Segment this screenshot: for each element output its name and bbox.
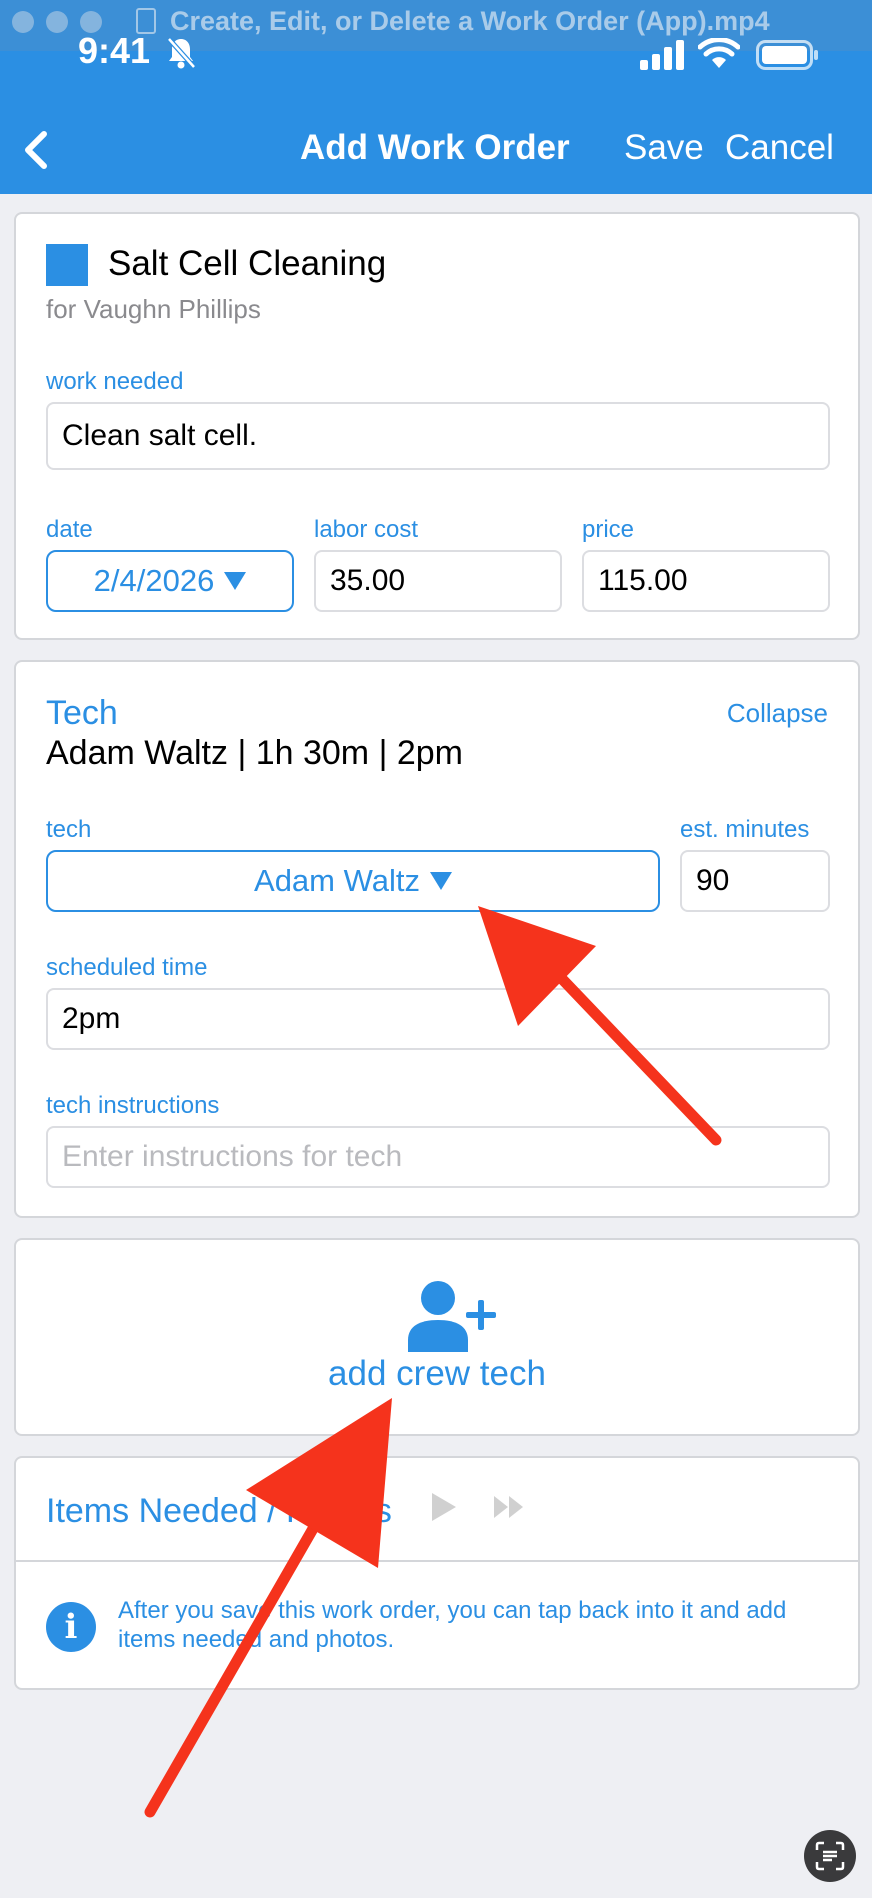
bell-slash-icon [167,37,196,69]
play-icon [432,1493,456,1521]
date-value: 2/4/2026 [93,563,215,598]
labor-cost-field[interactable]: 35.00 [314,550,562,612]
add-person-icon [408,1281,496,1352]
window-title: Create, Edit, or Delete a Work Order (Ap… [170,6,770,36]
price-label: price [582,516,635,543]
wifi-icon [698,38,740,68]
work-needed-label: work needed [46,368,184,395]
tech-label: tech [46,816,92,843]
tech-card: Tech Collapse Adam Waltz | 1h 30m | 2pm … [14,660,860,1218]
scheduled-time-field[interactable]: 2pm [46,988,830,1050]
tech-instructions-field[interactable]: Enter instructions for tech [46,1126,830,1188]
back-chevron-icon[interactable] [18,128,54,172]
labor-cost-label: labor cost [314,516,419,543]
page-title: Add Work Order [300,128,570,167]
price-field[interactable]: 115.00 [582,550,830,612]
tech-summary: Adam Waltz | 1h 30m | 2pm [46,734,463,772]
dropdown-triangle-icon [429,872,452,890]
battery-icon [756,40,818,70]
app-header: Create, Edit, or Delete a Work Order (Ap… [0,0,872,194]
status-time: 9:41 [78,30,151,71]
work-order-customer: for Vaughn Phillips [46,294,261,324]
scheduled-time-label: scheduled time [46,954,208,981]
est-minutes-label: est. minutes [680,816,810,843]
work-order-color-swatch[interactable] [46,244,88,286]
tech-picker[interactable]: Adam Waltz [46,850,660,912]
fast-forward-icon [494,1496,523,1518]
save-button[interactable]: Save [624,128,704,168]
window-minimize-button[interactable] [46,11,68,33]
cancel-button[interactable]: Cancel [725,128,834,168]
date-label: date [46,516,93,543]
est-minutes-field[interactable]: 90 [680,850,830,912]
work-order-title: Salt Cell Cleaning [108,244,387,283]
items-info-text: After you save this work order, you can … [118,1597,787,1653]
collapse-link[interactable]: Collapse [727,698,828,729]
add-crew-tech-label: add crew tech [328,1354,546,1393]
tech-instructions-label: tech instructions [46,1092,220,1119]
window-close-button[interactable] [12,11,34,33]
items-needed-heading: Items Needed / Photos [46,1492,392,1530]
live-text-scan-button[interactable] [804,1830,856,1882]
dropdown-triangle-icon [224,572,247,590]
date-picker[interactable]: 2/4/2026 [46,550,294,612]
text-scan-icon [815,1841,845,1871]
work-needed-field[interactable]: Clean salt cell. [46,402,830,470]
work-order-card: Salt Cell Cleaning for Vaughn Phillips w… [14,212,860,640]
info-icon: i [46,1602,96,1652]
divider [16,1560,858,1562]
tech-section-heading: Tech [46,694,118,732]
cellular-signal-icon [640,40,684,70]
tech-picker-value: Adam Waltz [254,863,420,898]
add-crew-tech-button[interactable]: add crew tech [14,1238,860,1436]
